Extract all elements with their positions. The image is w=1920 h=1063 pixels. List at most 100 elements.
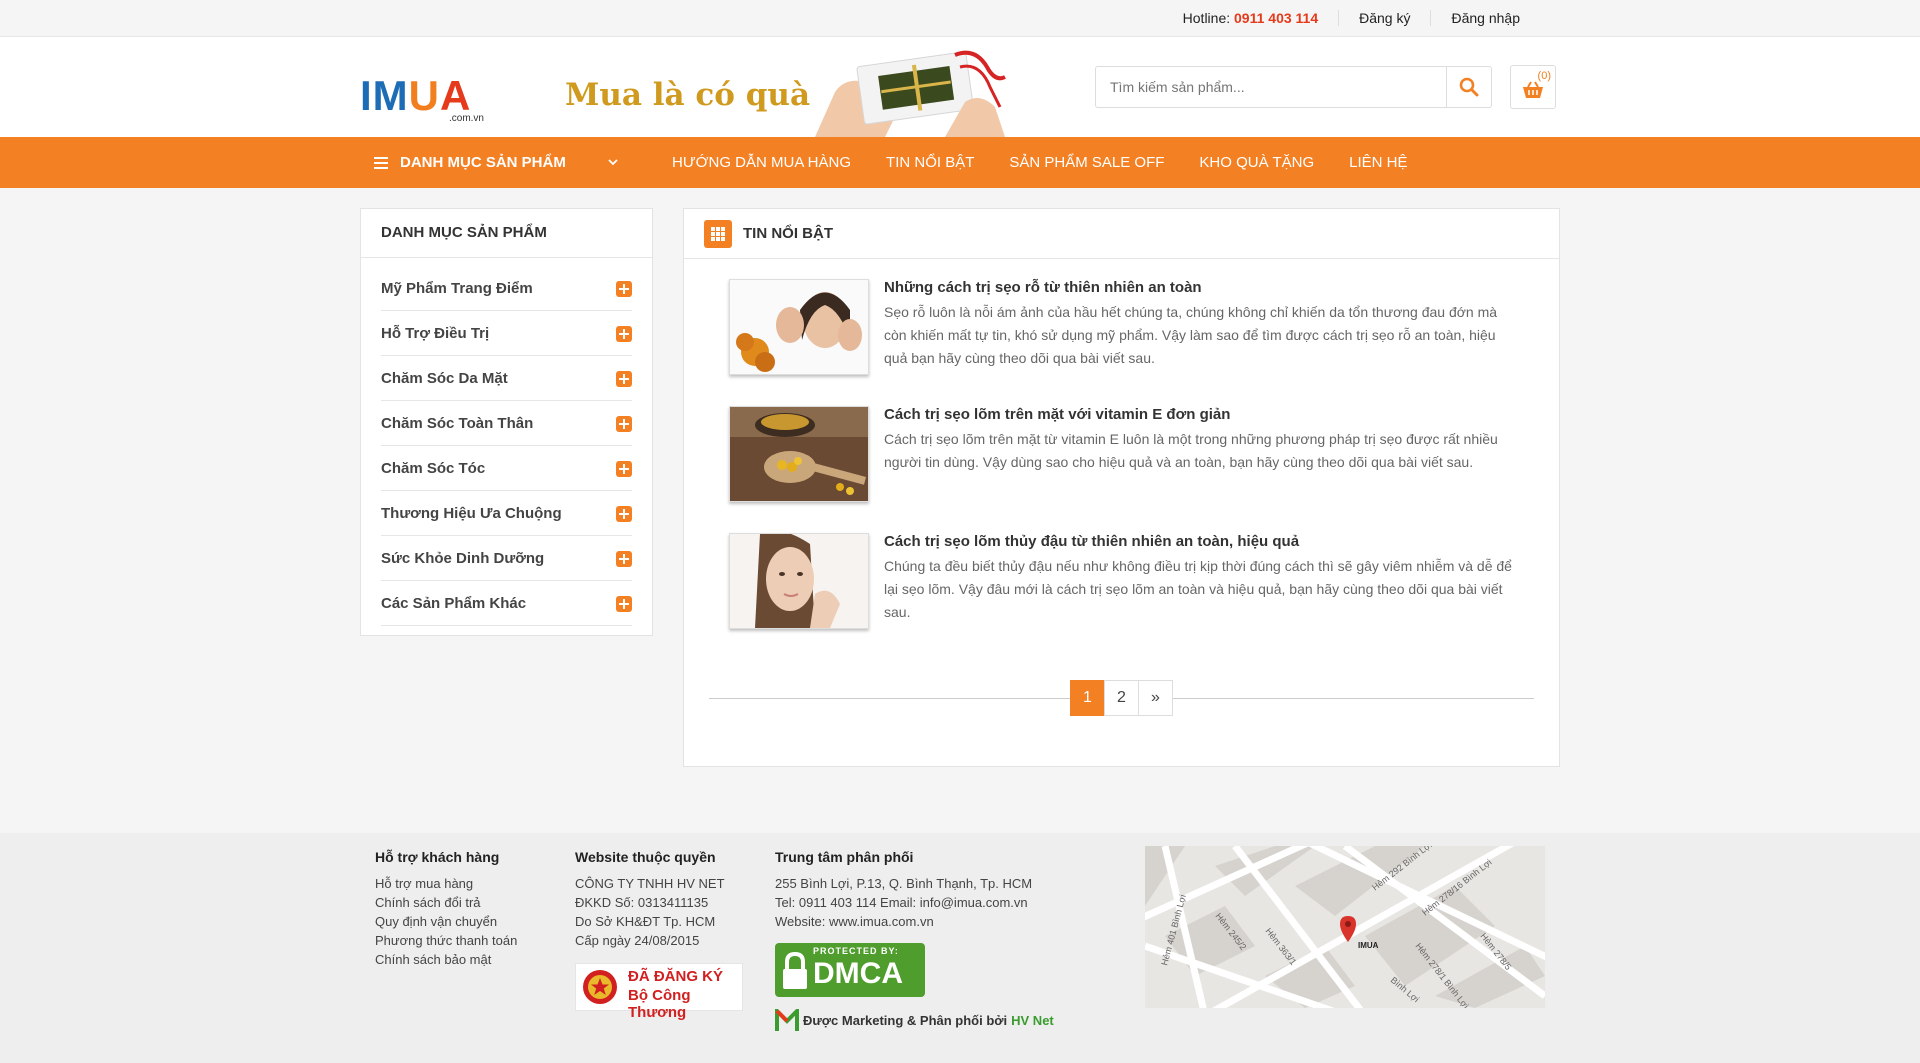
map-pin-label: IMUA: [1358, 941, 1379, 950]
sidebar-item-treatment[interactable]: Hỗ Trợ Điều Trị: [381, 312, 632, 356]
hvnet-link[interactable]: HV Net: [1011, 1013, 1054, 1028]
bct-badge-line1: ĐÃ ĐĂNG KÝ: [628, 968, 724, 985]
emblem-icon: [583, 970, 617, 1004]
nav-item-sale-off[interactable]: SẢN PHẨM SALE OFF: [1009, 154, 1164, 171]
search-button[interactable]: [1446, 67, 1491, 107]
sidebar-item-label: Mỹ Phẩm Trang Điểm: [381, 280, 533, 297]
plus-icon[interactable]: [616, 550, 632, 567]
dmca-small-text: PROTECTED BY:: [813, 946, 899, 956]
sidebar-item-other[interactable]: Các Sản Phẩm Khác: [381, 582, 632, 626]
menu-icon: [374, 156, 388, 169]
location-map[interactable]: Hẻm 292 Bình Lợi Hẻm 278/16 Bình Lợi Hẻm…: [1145, 846, 1545, 1008]
promo-banner: Mua là có quà: [565, 47, 1025, 137]
logo-text: IMUA: [360, 72, 472, 119]
dmca-badge[interactable]: PROTECTED BY: DMCA: [775, 943, 925, 997]
sidebar-item-label: Chăm Sóc Toàn Thân: [381, 415, 534, 432]
news-excerpt: Sẹo rỗ luôn là nỗi ám ảnh của hầu hết ch…: [884, 304, 1498, 366]
footer-owner-title: Website thuộc quyền: [575, 849, 716, 865]
contact-info: Tel: 0911 403 114 Email: info@imua.com.v…: [775, 895, 1028, 910]
news-panel: TIN NỔI BẬT Những cách trị sẹo rỗ từ thi…: [683, 208, 1560, 767]
nav-menu: HƯỚNG DẪN MUA HÀNG TIN NỔI BẬT SẢN PHẨM …: [672, 137, 1443, 188]
sidebar-item-hair-care[interactable]: Chăm Sóc Tóc: [381, 447, 632, 491]
plus-icon[interactable]: [616, 595, 632, 612]
gift-box-image: [815, 50, 1006, 137]
news-item: Cách trị sẹo lõm thủy đậu từ thiên nhiên…: [729, 533, 1519, 633]
lock-icon: [783, 951, 807, 989]
issue-date: Cấp ngày 24/08/2015: [575, 933, 700, 948]
plus-icon[interactable]: [616, 325, 632, 342]
register-link[interactable]: Đăng ký: [1339, 10, 1432, 26]
main-nav: DANH MỤC SẢN PHẨM HƯỚNG DẪN MUA HÀNG TIN…: [0, 137, 1920, 188]
sidebar-item-body-care[interactable]: Chăm Sóc Toàn Thân: [381, 402, 632, 446]
hotline-label: Hotline:: [1182, 10, 1231, 26]
page-2-button[interactable]: 2: [1104, 680, 1139, 716]
category-sidebar: DANH MỤC SẢN PHẨM Mỹ Phẩm Trang Điểm Hỗ …: [360, 208, 653, 636]
hvnet-logo-icon: [775, 1009, 799, 1031]
news-title[interactable]: Cách trị sẹo lõm trên mặt với vitamin E …: [884, 406, 1230, 423]
dmca-big-text: DMCA: [813, 957, 903, 990]
footer-distribution-title: Trung tâm phân phối: [775, 849, 914, 865]
news-title[interactable]: Cách trị sẹo lõm thủy đậu từ thiên nhiên…: [884, 533, 1299, 550]
nav-item-featured-news[interactable]: TIN NỔI BẬT: [886, 154, 974, 171]
website-info: Website: www.imua.com.vn: [775, 914, 934, 929]
issuing-authority: Do Sở KH&ĐT Tp. HCM: [575, 914, 716, 929]
hotline: Hotline: 0911 403 114: [1163, 10, 1340, 26]
footer-link-shipping[interactable]: Quy định vận chuyển: [375, 912, 517, 931]
business-registration: ĐKKD Số: 0313411135: [575, 895, 709, 910]
cart-button[interactable]: (0): [1510, 65, 1556, 109]
plus-icon[interactable]: [616, 280, 632, 297]
page-1-button[interactable]: 1: [1070, 680, 1105, 716]
footer-distribution: Trung tâm phân phối 255 Bình Lợi, P.13, …: [775, 849, 1032, 931]
footer-link-purchase-support[interactable]: Hỗ trợ mua hàng: [375, 874, 517, 893]
search-box: [1095, 66, 1492, 108]
search-input[interactable]: [1096, 67, 1446, 107]
bct-badge-line2: Bộ Công Thương: [628, 987, 691, 1021]
nav-item-buying-guide[interactable]: HƯỚNG DẪN MUA HÀNG: [672, 154, 851, 171]
logo-sub: .com.vn: [448, 113, 484, 124]
sidebar-item-health[interactable]: Sức Khỏe Dinh Dưỡng: [381, 537, 632, 581]
category-menu-toggle[interactable]: DANH MỤC SẢN PHẨM: [374, 137, 618, 188]
chevron-down-icon: [608, 159, 618, 166]
bct-registered-badge[interactable]: ĐÃ ĐĂNG KÝ Bộ Công Thương: [575, 963, 743, 1021]
news-excerpt: Cách trị sẹo lõm trên mặt từ vitamin E l…: [884, 431, 1498, 470]
site-logo[interactable]: IMUA .com.vn: [360, 72, 490, 125]
news-item: Những cách trị sẹo rỗ từ thiên nhiên an …: [729, 279, 1519, 379]
sidebar-item-label: Hỗ Trợ Điều Trị: [381, 325, 490, 342]
nav-item-contact[interactable]: LIÊN HỆ: [1349, 154, 1407, 171]
news-title[interactable]: Những cách trị sẹo rỗ từ thiên nhiên an …: [884, 279, 1202, 296]
sidebar-item-label: Sức Khỏe Dinh Dưỡng: [381, 550, 545, 567]
footer-link-privacy[interactable]: Chính sách bảo mật: [375, 950, 517, 969]
sidebar-item-label: Chăm Sóc Da Mặt: [381, 370, 508, 387]
panel-header: TIN NỔI BẬT: [684, 209, 1559, 259]
footer: Hỗ trợ khách hàng Hỗ trợ mua hàng Chính …: [0, 833, 1920, 1063]
footer-support-title: Hỗ trợ khách hàng: [375, 849, 500, 865]
sidebar-item-brands[interactable]: Thương Hiệu Ưa Chuộng: [381, 492, 632, 536]
sidebar-item-label: Thương Hiệu Ưa Chuộng: [381, 505, 562, 522]
hotline-number[interactable]: 0911 403 114: [1234, 10, 1318, 26]
basket-icon: [1523, 81, 1543, 98]
plus-icon[interactable]: [616, 370, 632, 387]
address: 255 Bình Lợi, P.13, Q. Bình Thạnh, Tp. H…: [775, 876, 1033, 891]
grid-icon: [704, 219, 732, 248]
footer-link-return-policy[interactable]: Chính sách đổi trả: [375, 893, 517, 912]
category-menu-label: DANH MỤC SẢN PHẨM: [400, 154, 566, 171]
sidebar-item-label: Các Sản Phẩm Khác: [381, 595, 527, 612]
plus-icon[interactable]: [616, 505, 632, 522]
nav-item-gift-store[interactable]: KHO QUÀ TẶNG: [1199, 154, 1314, 171]
sidebar-title: DANH MỤC SẢN PHẨM: [361, 209, 652, 258]
plus-icon[interactable]: [616, 460, 632, 477]
news-thumbnail[interactable]: [729, 406, 869, 502]
login-link[interactable]: Đăng nhập: [1431, 10, 1540, 26]
plus-icon[interactable]: [616, 415, 632, 432]
news-thumbnail[interactable]: [729, 533, 869, 629]
sidebar-item-face-care[interactable]: Chăm Sóc Da Mặt: [381, 357, 632, 401]
sidebar-item-label: Chăm Sóc Tóc: [381, 460, 486, 477]
sidebar-item-makeup[interactable]: Mỹ Phẩm Trang Điểm: [381, 267, 632, 311]
news-thumbnail[interactable]: [729, 279, 869, 375]
news-excerpt: Chúng ta đều biết thủy đậu nếu như không…: [884, 558, 1512, 620]
footer-link-payment[interactable]: Phương thức thanh toán: [375, 931, 517, 950]
footer-support: Hỗ trợ khách hàng Hỗ trợ mua hàng Chính …: [375, 849, 517, 969]
header: IMUA .com.vn Mua là có quà Tìm kiếm sản …: [0, 37, 1920, 137]
search-icon: [1459, 77, 1479, 97]
next-page-button[interactable]: »: [1138, 680, 1173, 716]
